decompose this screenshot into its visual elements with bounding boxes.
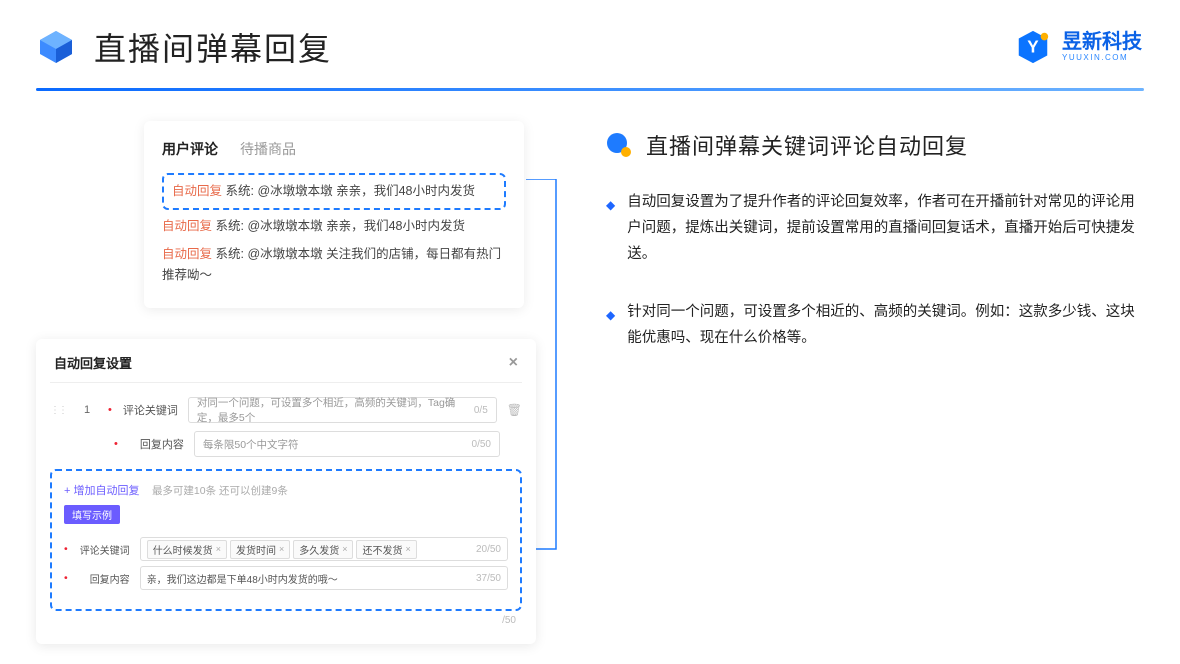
tag-remove-icon[interactable]: ×: [342, 544, 347, 554]
tag-item[interactable]: 多久发货×: [293, 540, 353, 559]
ex-keyword-label: 评论关键词: [78, 542, 130, 557]
keyword-count: 0/5: [474, 405, 488, 416]
tab-pending-products[interactable]: 待播商品: [240, 139, 296, 159]
tab-user-comments[interactable]: 用户评论: [162, 139, 218, 159]
tag-remove-icon[interactable]: ×: [405, 544, 410, 554]
drag-handle-icon[interactable]: ⋮⋮: [50, 405, 66, 416]
paragraph-1: ◆ 自动回复设置为了提升作者的评论回复效率，作者可在开播前针对常见的评论用户问题…: [606, 189, 1144, 267]
cube-icon: [36, 27, 76, 67]
outer-count: /50: [50, 611, 522, 626]
brand-name: 昱新科技: [1062, 32, 1142, 52]
tag-item[interactable]: 什么时候发货×: [147, 540, 227, 559]
svg-text:Y: Y: [1027, 38, 1039, 57]
add-tip: 最多可建10条 还可以创建9条: [152, 485, 288, 497]
example-box: + 增加自动回复 最多可建10条 还可以创建9条 填写示例 • 评论关键词 什么…: [50, 469, 522, 611]
example-badge: 填写示例: [64, 505, 120, 524]
brand-icon: Y: [1014, 28, 1052, 66]
content-count: 0/50: [472, 439, 491, 450]
required-mark: •: [114, 438, 118, 450]
ex-content-input[interactable]: 亲，我们这边都是下单48小时内发货的哦～ 37/50: [140, 566, 508, 590]
comment-row: 自动回复 系统: @冰墩墩本墩 关注我们的店铺，每日都有热门推荐呦～: [162, 244, 506, 287]
delete-icon[interactable]: 🗑: [507, 403, 522, 417]
add-reply-link[interactable]: + 增加自动回复: [64, 485, 139, 497]
required-mark: •: [64, 543, 68, 555]
comments-card: 用户评论 待播商品 自动回复 系统: @冰墩墩本墩 亲亲，我们48小时内发货 自…: [144, 121, 524, 308]
paragraph-2: ◆ 针对同一个问题，可设置多个相近的、高频的关键词。例如：这款多少钱、这块能优惠…: [606, 299, 1144, 351]
comment-row-highlighted: 自动回复 系统: @冰墩墩本墩 亲亲，我们48小时内发货: [162, 173, 506, 210]
tag-item[interactable]: 发货时间×: [230, 540, 290, 559]
chat-bubble-icon: [606, 132, 632, 158]
required-mark: •: [64, 572, 68, 584]
comment-text: 系统: @冰墩墩本墩 亲亲，我们48小时内发货: [226, 184, 476, 198]
close-icon[interactable]: ×: [509, 354, 518, 372]
ex-content-count: 37/50: [476, 573, 501, 584]
brand: Y 昱新科技 YUUXIN.COM: [1014, 28, 1142, 66]
content-label: 回复内容: [128, 436, 184, 452]
auto-reply-tag: 自动回复: [162, 219, 212, 233]
comment-row: 自动回复 系统: @冰墩墩本墩 亲亲，我们48小时内发货: [162, 216, 506, 237]
keyword-label: 评论关键词: [122, 402, 178, 418]
section-title: 直播间弹幕关键词评论自动回复: [646, 129, 968, 161]
ex-keyword-count: 20/50: [476, 544, 501, 555]
content-input[interactable]: 每条限50个中文字符 0/50: [194, 431, 500, 457]
comment-text: 系统: @冰墩墩本墩 亲亲，我们48小时内发货: [216, 219, 466, 233]
settings-card: 自动回复设置 × ⋮⋮ 1 • 评论关键词 对同一个问题，可设置多个相近，高频的…: [36, 339, 536, 644]
diamond-bullet-icon: ◆: [606, 305, 615, 351]
settings-title: 自动回复设置: [54, 353, 132, 372]
required-mark: •: [108, 404, 112, 416]
ex-content-label: 回复内容: [78, 571, 130, 586]
tag-remove-icon[interactable]: ×: [216, 544, 221, 554]
brand-url: YUUXIN.COM: [1062, 54, 1142, 62]
auto-reply-tag: 自动回复: [172, 184, 222, 198]
tag-list: 什么时候发货×发货时间×多久发货×还不发货×: [147, 540, 420, 559]
tag-remove-icon[interactable]: ×: [279, 544, 284, 554]
diamond-bullet-icon: ◆: [606, 195, 615, 267]
keyword-input[interactable]: 对同一个问题，可设置多个相近，高频的关键词，Tag确定，最多5个 0/5: [188, 397, 497, 423]
page-title: 直播间弹幕回复: [94, 24, 332, 70]
comment-text: 系统: @冰墩墩本墩 关注我们的店铺，每日都有热门推荐呦～: [162, 247, 501, 282]
tag-item[interactable]: 还不发货×: [356, 540, 416, 559]
ex-keyword-input[interactable]: 什么时候发货×发货时间×多久发货×还不发货× 20/50: [140, 537, 508, 561]
auto-reply-tag: 自动回复: [162, 247, 212, 261]
row-index: 1: [76, 404, 98, 416]
